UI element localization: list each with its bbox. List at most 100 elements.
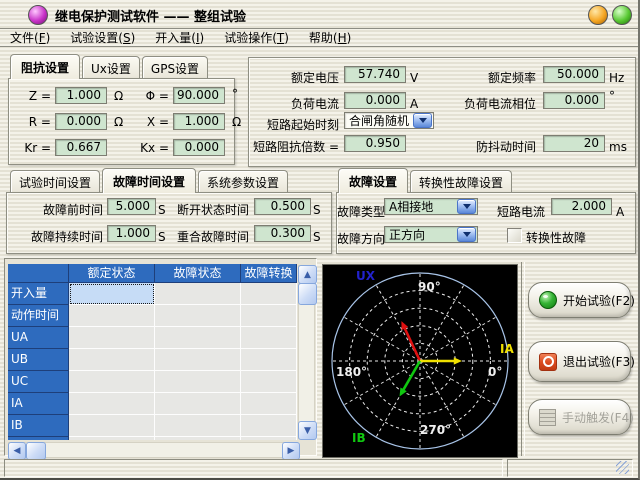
load-current-field[interactable]: 0.000	[344, 92, 406, 109]
row-header[interactable]: IB	[8, 415, 69, 437]
fault-duration-field[interactable]: 1.000	[107, 225, 156, 242]
table-cell[interactable]	[241, 393, 297, 415]
minimize-button[interactable]	[588, 5, 608, 25]
table-cell[interactable]	[69, 327, 155, 349]
row-header[interactable]: UA	[8, 327, 69, 349]
rated-freq-field[interactable]: 50.000	[543, 66, 605, 83]
scroll-left-icon[interactable]: ◀	[8, 442, 26, 460]
table-cell[interactable]	[155, 415, 241, 437]
column-header[interactable]: 故障状态	[155, 264, 241, 283]
fault-type-value: A相接地	[385, 198, 456, 215]
menu-file[interactable]: 文件(F)	[0, 28, 60, 48]
menu-test-operation[interactable]: 试验操作(T)	[214, 28, 299, 48]
z-field[interactable]: 1.000	[55, 87, 107, 104]
status-bar-right	[507, 459, 633, 477]
x-field[interactable]: 1.000	[173, 113, 225, 130]
table-cell[interactable]	[241, 415, 297, 437]
tab-fault-settings[interactable]: 故障设置	[338, 168, 408, 193]
tab-system-params[interactable]: 系统参数设置	[198, 170, 288, 193]
table-cell[interactable]	[69, 305, 155, 327]
table-cell[interactable]	[69, 415, 155, 437]
kx-field[interactable]: 0.000	[173, 139, 225, 156]
table-cell[interactable]	[155, 393, 241, 415]
row-header[interactable]: UB	[8, 349, 69, 371]
horizontal-scroll-thumb[interactable]	[26, 442, 46, 460]
open-state-time-field[interactable]: 0.500	[254, 198, 311, 215]
pre-fault-time-field[interactable]: 5.000	[107, 198, 156, 215]
load-phase-field[interactable]: 0.000	[543, 92, 605, 109]
tab-impedance-settings[interactable]: 阻抗设置	[10, 54, 80, 79]
rated-voltage-unit: V	[407, 71, 418, 85]
scroll-right-icon[interactable]: ▶	[282, 442, 300, 460]
phasor-label-270: 270°	[420, 423, 451, 437]
convert-fault-checkbox[interactable]	[507, 228, 522, 243]
results-table-container: 额定状态 故障状态 故障转换 开入量 动作时间 UA UB U	[4, 258, 317, 456]
reclose-fault-time-field[interactable]: 0.300	[254, 225, 311, 242]
table-cell[interactable]	[241, 327, 297, 349]
resize-grip[interactable]	[616, 461, 629, 474]
load-current-label: 负荷电流	[249, 95, 339, 112]
time-tabs: 试验时间设置 故障时间设置 系统参数设置	[10, 171, 290, 193]
table-cell[interactable]	[155, 371, 241, 393]
scroll-up-icon[interactable]: ▲	[298, 265, 317, 284]
phasor-label-ib: IB	[352, 431, 366, 445]
fault-direction-combo[interactable]: 正方向	[384, 226, 478, 243]
fault-duration-label: 故障持续时间	[7, 228, 103, 245]
table-cell[interactable]	[155, 305, 241, 327]
tab-test-time[interactable]: 试验时间设置	[10, 170, 100, 193]
start-test-button[interactable]: 开始试验(F2)	[528, 282, 631, 318]
tab-convert-fault-settings[interactable]: 转换性故障设置	[410, 170, 512, 193]
table-cell[interactable]	[155, 437, 241, 440]
chevron-down-icon[interactable]	[457, 227, 476, 242]
horizontal-scrollbar[interactable]	[8, 442, 298, 458]
exit-test-button[interactable]: 退出试验(F3)	[528, 341, 631, 382]
column-header[interactable]: 故障转换	[241, 264, 297, 283]
chevron-down-icon[interactable]	[457, 199, 476, 214]
table-cell[interactable]	[69, 393, 155, 415]
table-cell-selected[interactable]	[69, 283, 155, 305]
table-cell[interactable]	[69, 371, 155, 393]
tab-fault-time[interactable]: 故障时间设置	[102, 168, 196, 193]
table-cell[interactable]	[241, 305, 297, 327]
close-button[interactable]	[612, 5, 632, 25]
phasor-yellow-vector-head	[454, 357, 462, 364]
row-header[interactable]: 开入量	[8, 283, 69, 305]
row-header[interactable]: IA	[8, 393, 69, 415]
start-test-label: 开始试验(F2)	[563, 292, 635, 309]
tab-gps-settings[interactable]: GPS设置	[142, 56, 208, 79]
tab-ux-settings[interactable]: Ux设置	[82, 56, 140, 79]
kr-field[interactable]: 0.667	[55, 139, 107, 156]
fault-type-combo[interactable]: A相接地	[384, 198, 478, 215]
table-cell[interactable]	[241, 349, 297, 371]
menu-binary-input[interactable]: 开入量(I)	[145, 28, 214, 48]
r-field[interactable]: 0.000	[55, 113, 107, 130]
column-header[interactable]: 额定状态	[69, 264, 155, 283]
row-header[interactable]: 动作时间	[8, 305, 69, 327]
table-cell[interactable]	[69, 349, 155, 371]
row-header[interactable]: IC	[8, 437, 69, 440]
chevron-down-icon[interactable]	[413, 113, 432, 128]
fault-duration-unit: S	[155, 230, 166, 244]
table-cell[interactable]	[241, 437, 297, 440]
vertical-scroll-thumb[interactable]	[298, 283, 317, 305]
table-cell[interactable]	[241, 371, 297, 393]
table-cell[interactable]	[155, 349, 241, 371]
impedance-mult-field[interactable]: 0.950	[344, 135, 406, 152]
short-start-moment-combo[interactable]: 合闸角随机	[344, 112, 434, 129]
manual-trigger-button[interactable]: 手动触发(F4)	[528, 399, 631, 435]
table-cell[interactable]	[69, 437, 155, 440]
row-header[interactable]: UC	[8, 371, 69, 393]
debounce-field[interactable]: 20	[543, 135, 605, 152]
kr-label: Kr =	[17, 141, 51, 155]
table-cell[interactable]	[155, 283, 241, 305]
rating-panel: 额定电压 57.740 V 额定频率 50.000 Hz 负荷电流 0.000 …	[248, 57, 636, 167]
table-cell[interactable]	[155, 327, 241, 349]
menu-help[interactable]: 帮助(H)	[299, 28, 361, 48]
menu-test-settings[interactable]: 试验设置(S)	[60, 28, 145, 48]
scroll-down-icon[interactable]: ▼	[298, 421, 317, 440]
table-cell[interactable]	[241, 283, 297, 305]
phi-field[interactable]: 90.000	[173, 87, 225, 104]
short-current-field[interactable]: 2.000	[551, 198, 612, 215]
rated-voltage-field[interactable]: 57.740	[344, 66, 406, 83]
impedance-mult-label: 短路阻抗倍数 =	[249, 138, 339, 155]
